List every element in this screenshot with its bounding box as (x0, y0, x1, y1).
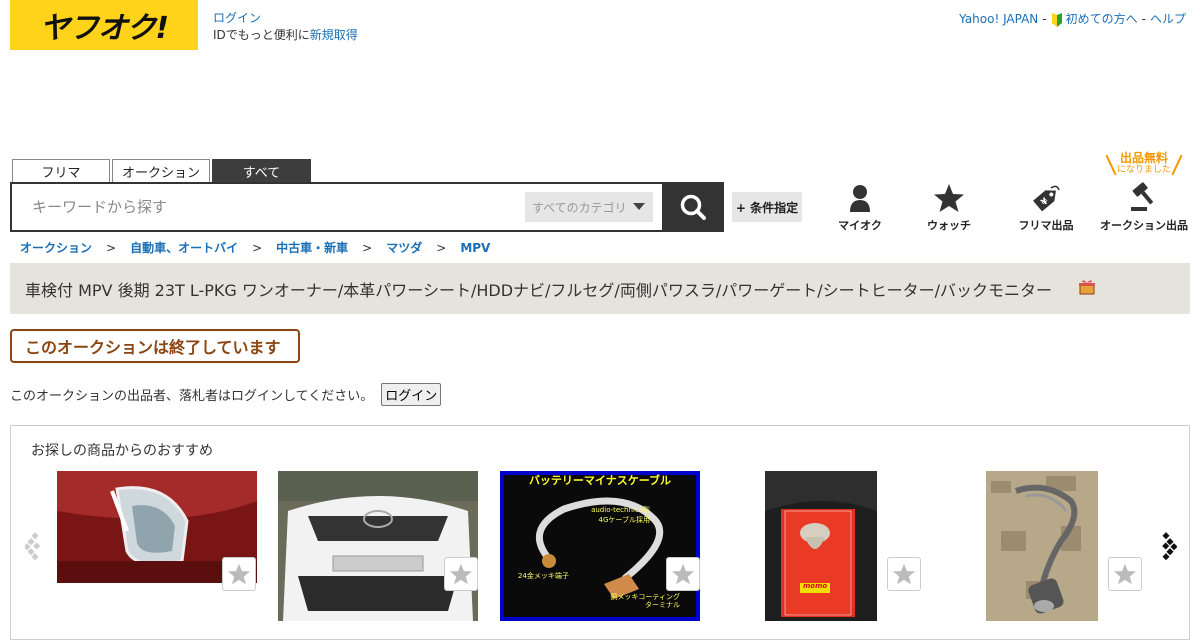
id-text: IDでもっと便利に (213, 28, 310, 42)
star-icon (1114, 563, 1136, 585)
first-time-link[interactable]: 初めての方へ (1051, 10, 1138, 27)
exhaust-pipe-image (986, 471, 1098, 621)
free-badge-sub: になりました (1116, 165, 1171, 175)
breadcrumb-sep: > (362, 240, 373, 255)
cable-sub5: ターミナル (645, 601, 680, 609)
recommend-item-4[interactable]: momo (765, 471, 877, 621)
white-mpv-front-image (278, 471, 478, 621)
breadcrumb-item[interactable]: MPV (460, 241, 490, 255)
login-message: このオークションの出品者、落札者はログインしてください。 (10, 389, 374, 404)
breadcrumb: オークション > 自動車、オートバイ > 中古車・新車 > マツダ > MPV (20, 239, 490, 256)
separator: - (1141, 11, 1146, 26)
star-icon (934, 184, 964, 212)
gavel-icon (1131, 182, 1154, 211)
watch-star-button[interactable] (1108, 557, 1142, 591)
search-box: すべてのカテゴリ (10, 182, 664, 232)
star-icon (228, 563, 250, 585)
breadcrumb-item[interactable]: 自動車、オートバイ (130, 239, 238, 256)
shortcut-label: フリマ出品 (1018, 219, 1074, 232)
breadcrumb-item[interactable]: マツダ (386, 239, 422, 256)
recommend-item-5[interactable] (986, 471, 1098, 621)
shortcut-label: オークション出品 (1100, 219, 1188, 232)
search-button[interactable] (662, 182, 724, 232)
breadcrumb-sep: > (436, 240, 447, 255)
beginner-mark-icon (1051, 12, 1062, 27)
login-link[interactable]: ログイン (213, 11, 261, 25)
cable-caption: バッテリーマイナスケーブル (528, 474, 672, 487)
login-area: ログイン IDでもっと便利に新規取得 (213, 10, 358, 44)
cable-sub1: audio-technica製 (591, 506, 650, 514)
price-tag-icon: ¥ (1033, 185, 1060, 212)
login-button[interactable]: ログイン (381, 383, 442, 406)
chevron-down-icon (633, 203, 645, 210)
login-message-row: このオークションの出品者、落札者はログインしてください。 ログイン (10, 383, 442, 406)
next-arrow-icon[interactable] (1157, 531, 1177, 561)
item-title-bar: 車検付 MPV 後期 23T L-PKG ワンオーナー/本革パワーシート/HDD… (10, 263, 1190, 314)
top-links: Yahoo! JAPAN - 初めての方へ - ヘルプ (959, 10, 1186, 27)
first-time-label: 初めての方へ (1065, 12, 1138, 26)
shortcut-label: マイオク (838, 219, 882, 232)
tab-all[interactable]: すべて (212, 159, 311, 183)
auction-ended-notice: このオークションは終了しています (10, 329, 300, 363)
category-select[interactable]: すべてのカテゴリ (525, 192, 653, 222)
gift-icon[interactable] (1078, 278, 1096, 296)
item-title: 車検付 MPV 後期 23T L-PKG ワンオーナー/本革パワーシート/HDD… (25, 280, 1052, 300)
help-link[interactable]: ヘルプ (1150, 10, 1186, 27)
register-link[interactable]: 新規取得 (310, 28, 358, 42)
watch-star-button[interactable] (222, 557, 256, 591)
breadcrumb-item[interactable]: 中古車・新車 (276, 239, 348, 256)
recommendation-heading: お探しの商品からのおすすめ (31, 443, 213, 459)
cable-sub4: 銅メッキコーティング (610, 593, 680, 601)
separator: - (1042, 11, 1047, 26)
category-label: すべてのカテゴリ (532, 200, 627, 215)
tab-auction[interactable]: オークション (112, 159, 210, 183)
watch-star-button[interactable] (666, 557, 700, 591)
recommend-item-2[interactable] (278, 471, 478, 621)
recommend-item-3[interactable]: バッテリーマイナスケーブル audio-technica製 4Gケーブル採用 2… (500, 471, 700, 621)
breadcrumb-item[interactable]: オークション (20, 239, 92, 256)
yafuoku-logo[interactable]: ヤフオク! (10, 0, 198, 50)
breadcrumb-sep: > (252, 240, 263, 255)
search-input[interactable] (32, 196, 512, 218)
logo-text: ヤフオク! (39, 11, 169, 46)
star-icon (450, 563, 472, 585)
momo-brand: momo (803, 582, 828, 590)
prev-arrow-icon[interactable] (25, 531, 45, 561)
cable-sub3: 24金メッキ端子 (518, 572, 569, 580)
cable-sub2: 4Gケーブル採用 (598, 516, 650, 524)
condition-button[interactable]: + 条件指定 (732, 192, 802, 222)
shortcut-label: ウォッチ (927, 219, 971, 232)
yahoo-japan-link[interactable]: Yahoo! JAPAN (959, 12, 1038, 26)
shortcut-watch[interactable]: ウォッチ (904, 182, 994, 233)
star-icon (672, 563, 694, 585)
watch-star-button[interactable] (887, 557, 921, 591)
tab-flea-market[interactable]: フリマ (12, 159, 110, 183)
recommendation-panel: お探しの商品からのおすすめ バッテリーマイナスケーブル audio-techni… (10, 425, 1190, 640)
free-listing-badge: 出品無料 になりました (1104, 152, 1184, 176)
watch-star-button[interactable] (444, 557, 478, 591)
breadcrumb-sep: > (106, 240, 117, 255)
shortcut-my-auction[interactable]: マイオク (815, 182, 905, 233)
shortcut-auction-listing[interactable]: オークション出品 (1099, 182, 1189, 233)
search-tabs: フリマ オークション すべて (12, 159, 311, 183)
search-icon (680, 194, 706, 220)
shift-knob-box-image (765, 471, 877, 621)
person-icon (850, 185, 870, 212)
shortcut-flea-listing[interactable]: ¥ フリマ出品 (1001, 182, 1091, 233)
star-icon (893, 563, 915, 585)
free-badge-main: 出品無料 (1119, 151, 1168, 165)
